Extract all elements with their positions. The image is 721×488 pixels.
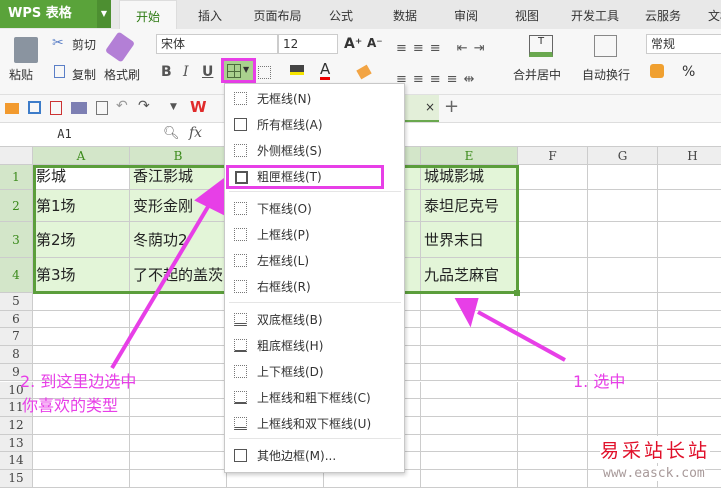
- annotation-step2-line2: 你喜欢的类型: [22, 396, 119, 415]
- arrow-step1: [477, 310, 566, 362]
- watermark-url: www.easck.com: [603, 466, 705, 481]
- arrow-step2-head: [194, 178, 224, 216]
- arrow-step1-head: [454, 298, 479, 328]
- annotation-step1: 1. 选中: [573, 372, 626, 391]
- arrow-step2: [110, 198, 214, 370]
- watermark-title: 易采站长站: [600, 436, 711, 463]
- annotation-step2-line1: 2. 到这里边选中: [20, 372, 137, 391]
